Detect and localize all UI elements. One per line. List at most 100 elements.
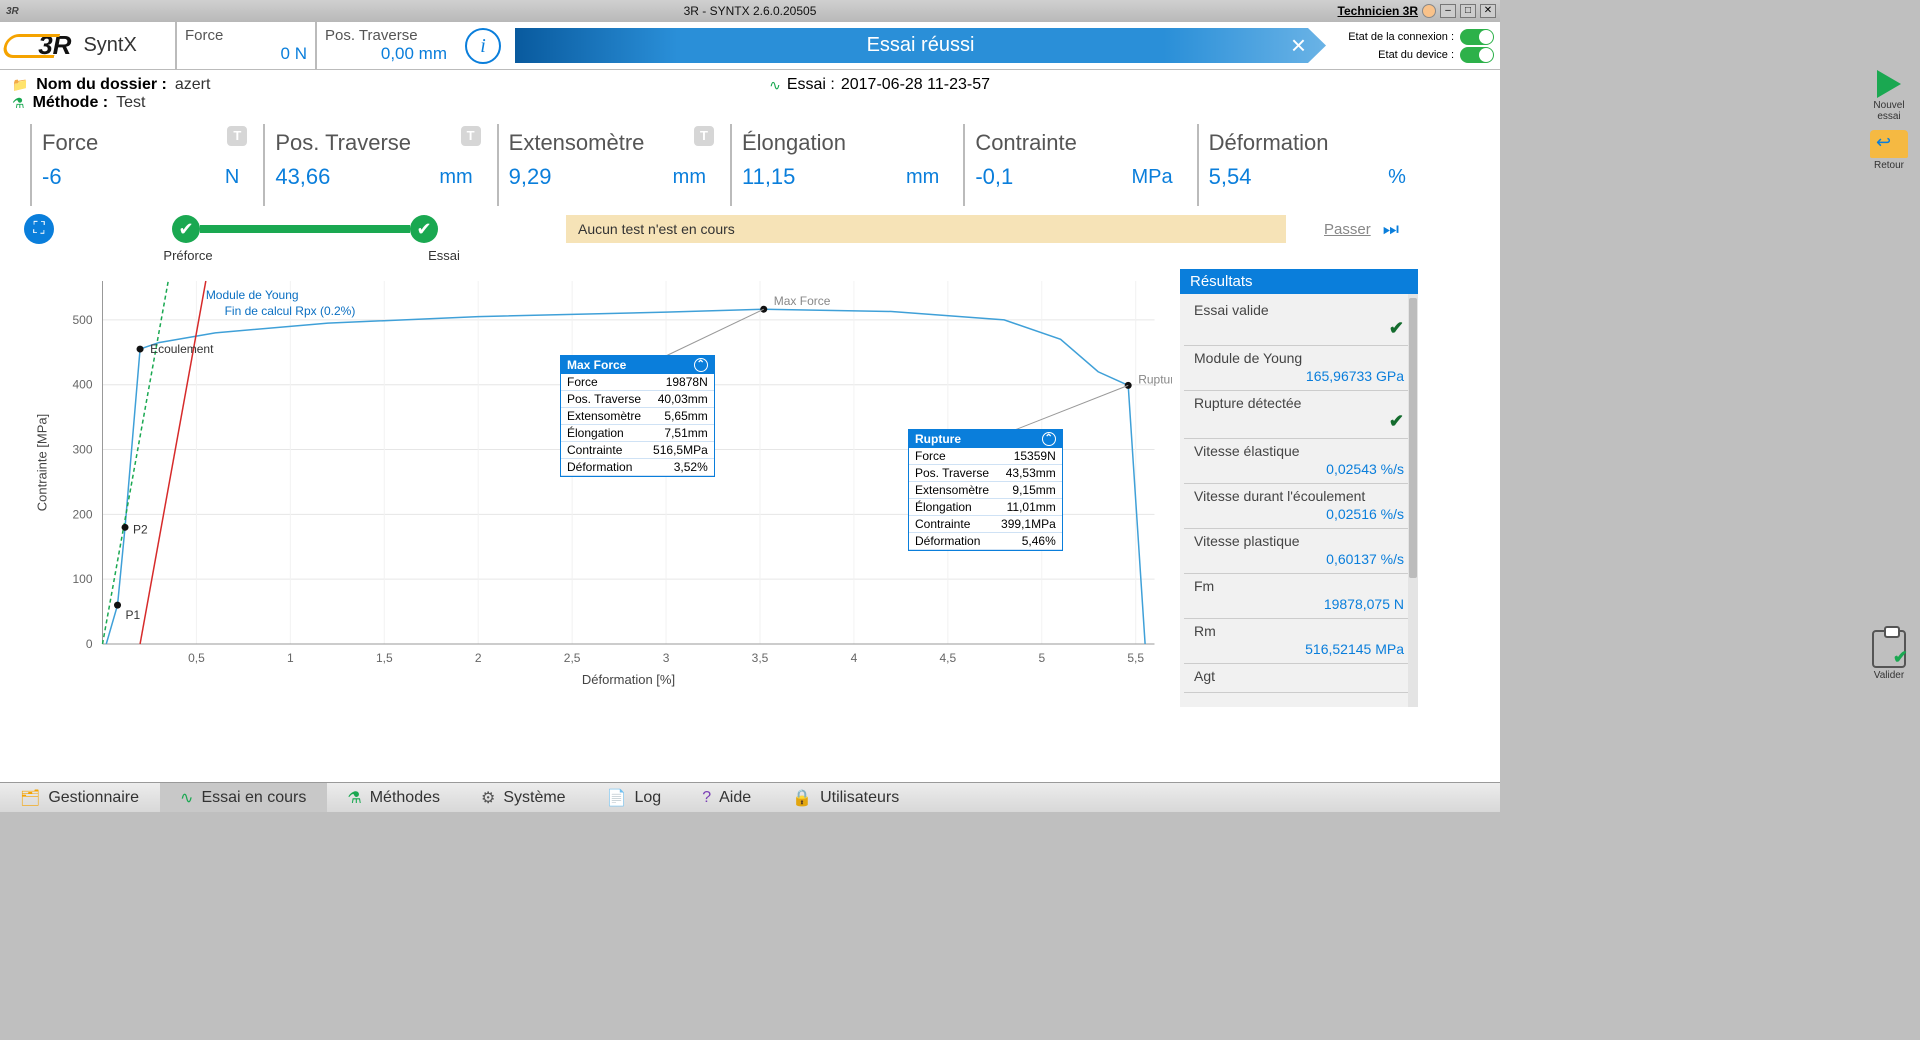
connection-label: Etat de la connexion : <box>1348 31 1454 43</box>
logo-3r: 3R <box>38 30 71 61</box>
tooltip-row: Déformation3,52% <box>561 459 714 476</box>
maximize-button[interactable]: □ <box>1460 4 1476 18</box>
mini-stat-pos: Pos. Traverse 0,00 mm <box>315 22 455 69</box>
result-value: 19878,075 N <box>1194 596 1404 612</box>
step-bar: ⛶ ✔ ✔ Aucun test n'est en cours Passer ⏭ <box>24 214 1488 244</box>
svg-text:1: 1 <box>287 651 294 665</box>
info-icon[interactable]: i <box>465 28 501 64</box>
nav-gestionnaire-label: Gestionnaire <box>48 789 139 807</box>
svg-text:3,5: 3,5 <box>752 651 769 665</box>
method-row: ⚗ Méthode : Test <box>12 94 1488 112</box>
result-item: Rm516,52145 MPa <box>1184 619 1414 664</box>
svg-text:2: 2 <box>475 651 482 665</box>
device-label: Etat du device : <box>1378 49 1454 61</box>
step-essai-node: ✔ <box>410 215 438 243</box>
result-item: Vitesse durant l'écoulement0,02516 %/s <box>1184 484 1414 529</box>
tare-badge[interactable]: T <box>461 126 481 146</box>
nav-aide[interactable]: ?Aide <box>682 783 772 812</box>
card-unit: N <box>225 166 239 189</box>
result-item: Agt <box>1184 664 1414 693</box>
card-value: 5,54 <box>1209 164 1252 190</box>
card-value: -6 <box>42 164 62 190</box>
expand-chart-button[interactable]: ⛶ <box>24 214 54 244</box>
manager-icon: 🗂 <box>20 788 40 808</box>
svg-text:Contrainte [MPa]: Contrainte [MPa] <box>35 414 50 512</box>
connection-box: Etat de la connexion : Etat du device : <box>1330 22 1500 69</box>
tooltip-row: Force19878N <box>561 374 714 391</box>
result-name: Vitesse durant l'écoulement <box>1194 488 1404 504</box>
svg-text:2,5: 2,5 <box>564 651 581 665</box>
collapse-icon[interactable]: ⌃ <box>694 358 708 372</box>
nav-utilisateurs[interactable]: 🔒 Utilisateurs <box>772 783 920 812</box>
results-scrollbar[interactable] <box>1408 294 1418 707</box>
close-button[interactable]: ✕ <box>1480 4 1496 18</box>
connection-toggle[interactable] <box>1460 29 1494 45</box>
nav-utilisateurs-label: Utilisateurs <box>820 789 899 807</box>
chart-pane[interactable]: 01002003004005000,511,522,533,544,555,5P… <box>12 269 1172 707</box>
svg-text:100: 100 <box>72 572 92 586</box>
svg-text:5,5: 5,5 <box>1127 651 1144 665</box>
device-toggle[interactable] <box>1460 47 1494 63</box>
tooltip-row: Élongation11,01mm <box>909 499 1062 516</box>
step-labels: Préforce Essai <box>158 248 1488 263</box>
skip-button[interactable]: Passer <box>1324 221 1371 238</box>
tare-badge[interactable]: T <box>227 126 247 146</box>
result-item: Fm19878,075 N <box>1184 574 1414 619</box>
tooltip-row: Extensomètre9,15mm <box>909 482 1062 499</box>
top-toolbar: 3R SyntX Force 0 N Pos. Traverse 0,00 mm… <box>0 22 1500 70</box>
new-test-button[interactable]: Nouvel essai <box>1867 70 1911 122</box>
svg-text:Module de Young: Module de Young <box>206 288 299 302</box>
wave-icon: ∿ <box>769 77 781 94</box>
svg-text:500: 500 <box>72 313 92 327</box>
banner-close-icon[interactable]: × <box>1291 30 1306 61</box>
mini-force-label: Force <box>185 27 307 44</box>
essai-label: Essai : <box>787 76 835 94</box>
content-row: 01002003004005000,511,522,533,544,555,5P… <box>12 269 1488 707</box>
tooltip-maxforce[interactable]: Max Force⌃Force19878NPos. Traverse40,03m… <box>560 355 715 477</box>
scrollbar-thumb[interactable] <box>1409 298 1417 578</box>
result-item: Vitesse élastique0,02543 %/s <box>1184 439 1414 484</box>
result-name: Agt <box>1194 668 1404 684</box>
result-value: 165,96733 GPa <box>1194 368 1404 384</box>
card-value: 43,66 <box>275 164 330 190</box>
nav-gestionnaire[interactable]: 🗂 Gestionnaire <box>0 783 160 812</box>
logo-product: SyntX <box>83 34 136 57</box>
svg-text:0,5: 0,5 <box>188 651 205 665</box>
card-value: -0,1 <box>975 164 1013 190</box>
card-unit: mm <box>439 166 472 189</box>
svg-text:Rupture: Rupture <box>1138 372 1172 386</box>
result-name: Vitesse élastique <box>1194 443 1404 459</box>
validate-button[interactable]: Valider <box>1867 630 1911 681</box>
card-unit: MPa <box>1132 166 1173 189</box>
card-name: Élongation <box>742 130 939 156</box>
svg-text:4: 4 <box>851 651 858 665</box>
side-actions: Nouvel essai Retour Valider <box>1858 70 1920 171</box>
card-force: TForce-6N <box>30 124 253 206</box>
lock-icon: 🔒 <box>792 788 812 808</box>
card--longation: Élongation11,15mm <box>730 124 953 206</box>
tare-badge[interactable]: T <box>694 126 714 146</box>
nav-methodes[interactable]: ⚗Méthodes <box>327 783 461 812</box>
fast-forward-icon[interactable]: ⏭ <box>1383 219 1399 240</box>
back-folder-icon <box>1870 130 1908 158</box>
result-name: Vitesse plastique <box>1194 533 1404 549</box>
back-button[interactable]: Retour <box>1867 130 1911 171</box>
svg-text:P2: P2 <box>133 522 148 536</box>
card-pos-traverse: TPos. Traverse43,66mm <box>263 124 486 206</box>
collapse-icon[interactable]: ⌃ <box>1042 432 1056 446</box>
tooltip-title: Max Force <box>567 358 626 372</box>
current-user-label[interactable]: Technicien 3R <box>1338 4 1418 18</box>
main-area: 📁 Nom du dossier : azert ⚗ Méthode : Tes… <box>0 70 1500 782</box>
minimize-button[interactable]: – <box>1440 4 1456 18</box>
folder-row: 📁 Nom du dossier : azert <box>12 76 1488 94</box>
results-body[interactable]: Essai valide✔Module de Young165,96733 GP… <box>1180 294 1418 707</box>
nav-essai-en-cours[interactable]: ∿Essai en cours <box>160 783 327 812</box>
app-icon: 3R <box>6 6 19 17</box>
mini-force-value: 0 N <box>185 44 307 64</box>
mini-pos-value: 0,00 mm <box>325 44 447 64</box>
tooltip-rupture[interactable]: Rupture⌃Force15359NPos. Traverse43,53mmE… <box>908 429 1063 551</box>
nav-log[interactable]: 📄Log <box>587 783 683 812</box>
svg-text:P1: P1 <box>126 608 141 622</box>
nav-systeme[interactable]: ⚙Système <box>461 783 587 812</box>
measurement-cards: TForce-6NTPos. Traverse43,66mmTExtensomè… <box>30 124 1420 206</box>
